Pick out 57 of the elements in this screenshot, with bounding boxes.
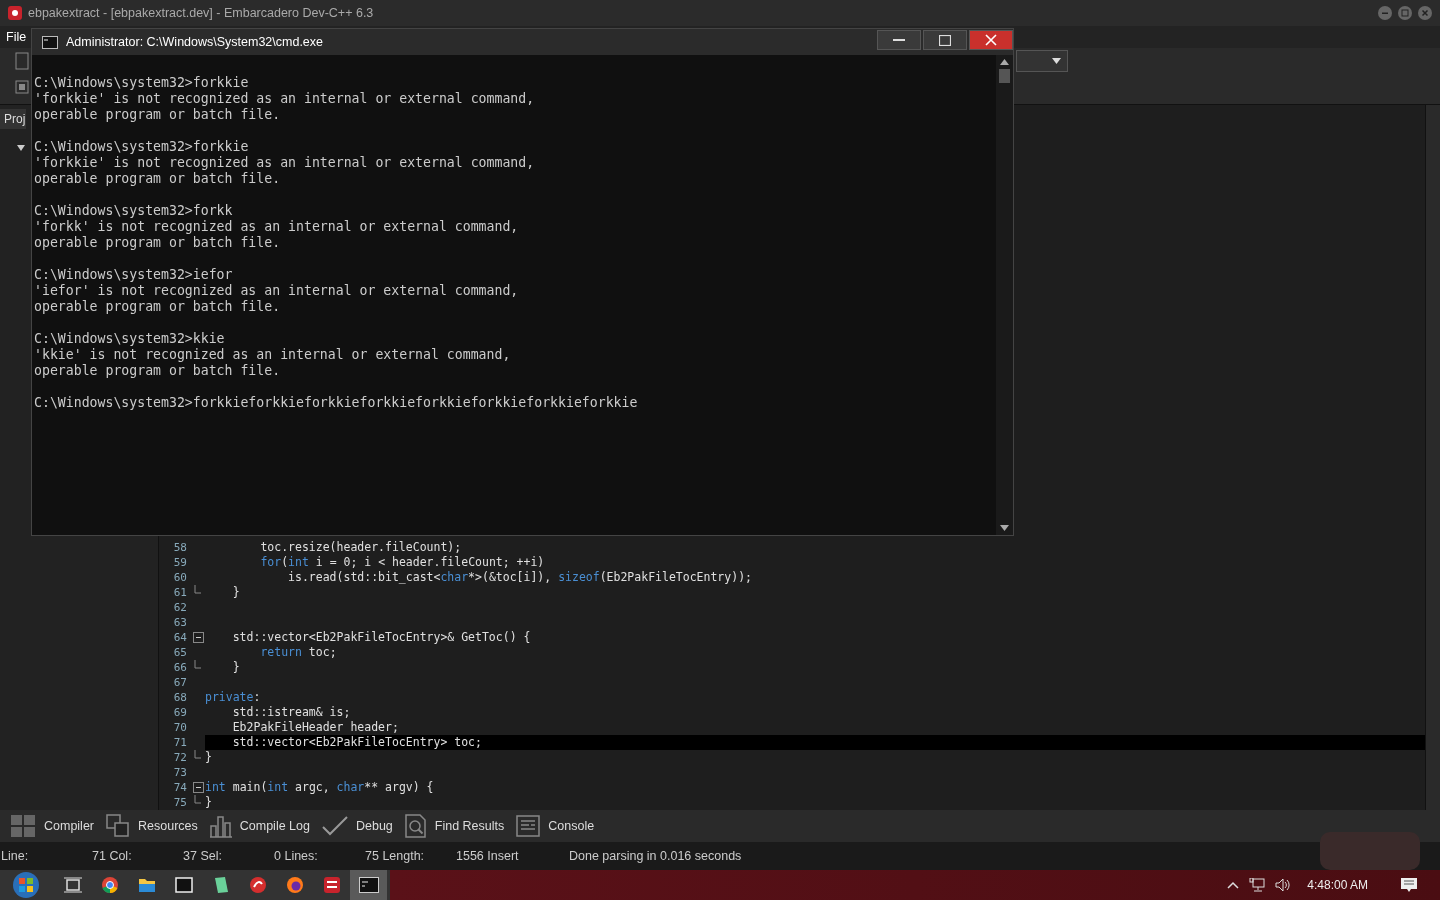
code-line: int main(int argc, char** argv) { <box>205 780 434 795</box>
console-output: 'forkkie' is not recognized as an internal or external command, <box>34 155 536 171</box>
code-line: std::istream& is; <box>231 705 351 720</box>
console-output: 'forkkie' is not recognized as an internal or external command, <box>34 91 536 107</box>
console-output: 'kkie' is not recognized as an internal or external command, <box>34 347 512 363</box>
console-output: operable program or batch file. <box>34 235 282 251</box>
code-line: Eb2PakFileHeader header; <box>231 720 399 735</box>
status-text: 1556 Insert <box>455 849 520 863</box>
status-text: 71 Col: <box>91 849 133 863</box>
code-line: toc.resize(header.fileCount); <box>259 540 462 555</box>
console-prompt: C:\Windows\system32>iefor <box>34 267 234 283</box>
status-text: Done parsing in 0.016 seconds <box>568 849 742 863</box>
window-title: ebpakextract - [ebpakextract.dev] - Embarcadero Dev-C++ 6.3 <box>28 6 374 20</box>
code-line: } <box>231 660 240 675</box>
line-number: 72 <box>172 751 188 764</box>
line-number: 75 <box>172 796 188 809</box>
line-number: 65 <box>172 646 188 659</box>
line-number: 68 <box>172 691 188 704</box>
code-line: for(int i = 0; i < header.fileCount; ++i) <box>259 555 545 570</box>
line-number: 61 <box>172 586 188 599</box>
console-prompt: C:\Windows\system32>forkkieforkkieforkkieforkkieforkkieforkkieforkkieforkkie <box>34 395 639 411</box>
code-line: } <box>231 585 240 600</box>
console-output: 'forkk' is not recognized as an internal or external command, <box>34 219 520 235</box>
line-number: 59 <box>172 556 188 569</box>
console-title: Administrator: C:\Windows\System32\cmd.exe <box>66 35 324 49</box>
line-number: 64 <box>172 631 188 644</box>
console-output: operable program or batch file. <box>34 299 282 315</box>
code-line: } <box>205 750 212 765</box>
console-output: 'iefor' is not recognized as an internal or external command, <box>34 283 520 299</box>
code-line: std::vector<Eb2PakFileTocEntry>& GetToc() { <box>231 630 531 645</box>
line-number: 70 <box>172 721 188 734</box>
code-line: return toc; <box>259 645 337 660</box>
console-prompt: C:\Windows\system32>forkk <box>34 203 234 219</box>
code-line: } <box>205 795 212 810</box>
console-output: operable program or batch file. <box>34 171 282 187</box>
status-text: 37 Sel: <box>182 849 223 863</box>
line-number: 67 <box>172 676 188 689</box>
code-line: is.read(std::bit_cast<char*>(&toc[i]), sizeof(Eb2PakFileTocEntry)); <box>287 570 752 585</box>
console-output: operable program or batch file. <box>34 363 282 379</box>
line-number: 69 <box>172 706 188 719</box>
line-number: 71 <box>172 736 188 749</box>
line-number: 63 <box>172 616 188 629</box>
console-prompt: C:\Windows\system32>forkkie <box>34 139 250 155</box>
status-text: Line: <box>0 849 30 863</box>
status-text: 75 Length: <box>364 849 426 863</box>
code-line: private: <box>205 690 261 705</box>
line-number: 66 <box>172 661 188 674</box>
status-text: 0 Lines: <box>273 849 319 863</box>
line-number: 62 <box>172 601 188 614</box>
console-prompt: C:\Windows\system32>kkie <box>34 331 226 347</box>
line-number: 60 <box>172 571 188 584</box>
line-number: 58 <box>172 541 188 554</box>
code-line: std::vector<Eb2PakFileTocEntry> toc; <box>231 735 482 750</box>
console-output: operable program or batch file. <box>34 107 282 123</box>
line-number: 73 <box>172 766 188 779</box>
line-number: 74 <box>172 781 188 794</box>
console-prompt: C:\Windows\system32>forkkie <box>34 75 250 91</box>
